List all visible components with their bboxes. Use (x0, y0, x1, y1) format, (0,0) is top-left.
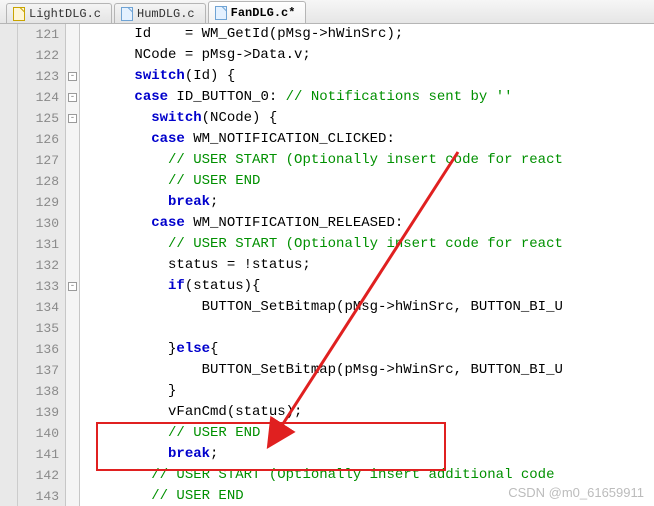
tab-lightdlg[interactable]: LightDLG.c (6, 3, 112, 23)
line-number: 140 (18, 423, 59, 444)
fold-toggle-icon[interactable]: - (68, 114, 77, 123)
fold-cell (66, 465, 79, 486)
line-number: 127 (18, 150, 59, 171)
line-number: 138 (18, 381, 59, 402)
line-number: 141 (18, 444, 59, 465)
line-number: 142 (18, 465, 59, 486)
fold-column: - - - - (66, 24, 80, 506)
line-number: 132 (18, 255, 59, 276)
fold-toggle-icon[interactable]: - (68, 72, 77, 81)
line-number: 139 (18, 402, 59, 423)
tab-label: HumDLG.c (137, 7, 195, 21)
line-number: 121 (18, 24, 59, 45)
fold-cell (66, 129, 79, 150)
fold-toggle-icon[interactable]: - (68, 93, 77, 102)
tab-humdlg[interactable]: HumDLG.c (114, 3, 206, 23)
fold-cell (66, 171, 79, 192)
c-file-icon (121, 7, 133, 21)
fold-cell (66, 255, 79, 276)
line-number: 124 (18, 87, 59, 108)
code-editor[interactable]: 1211221231241251261271281291301311321331… (0, 24, 654, 506)
code-line[interactable]: } (84, 381, 654, 402)
fold-cell (66, 297, 79, 318)
fold-toggle-icon[interactable]: - (68, 282, 77, 291)
code-line[interactable] (84, 318, 654, 339)
fold-cell (66, 486, 79, 506)
line-number: 126 (18, 129, 59, 150)
code-line[interactable]: if(status){ (84, 276, 654, 297)
code-line[interactable]: switch(NCode) { (84, 108, 654, 129)
line-number: 122 (18, 45, 59, 66)
code-line[interactable]: break; (84, 192, 654, 213)
code-line[interactable]: BUTTON_SetBitmap(pMsg->hWinSrc, BUTTON_B… (84, 360, 654, 381)
fold-cell (66, 339, 79, 360)
fold-cell (66, 381, 79, 402)
marker-margin (0, 24, 18, 506)
fold-cell (66, 45, 79, 66)
line-number: 133 (18, 276, 59, 297)
c-file-icon (13, 7, 25, 21)
fold-cell (66, 360, 79, 381)
code-line[interactable]: case ID_BUTTON_0: // Notifications sent … (84, 87, 654, 108)
code-line[interactable]: vFanCmd(status); (84, 402, 654, 423)
tab-bar: LightDLG.c HumDLG.c FanDLG.c* (0, 0, 654, 24)
line-number: 134 (18, 297, 59, 318)
line-number: 136 (18, 339, 59, 360)
line-number-gutter: 1211221231241251261271281291301311321331… (18, 24, 66, 506)
code-line[interactable]: // USER END (84, 171, 654, 192)
code-line[interactable]: Id = WM_GetId(pMsg->hWinSrc); (84, 24, 654, 45)
code-line[interactable]: // USER END (84, 486, 654, 506)
code-line[interactable]: // USER START (Optionally insert additio… (84, 465, 654, 486)
fold-cell: - (66, 66, 79, 87)
fold-cell: - (66, 87, 79, 108)
fold-cell (66, 402, 79, 423)
line-number: 128 (18, 171, 59, 192)
fold-cell (66, 423, 79, 444)
line-number: 129 (18, 192, 59, 213)
code-line[interactable]: BUTTON_SetBitmap(pMsg->hWinSrc, BUTTON_B… (84, 297, 654, 318)
fold-cell (66, 150, 79, 171)
c-file-icon (215, 6, 227, 20)
fold-cell (66, 234, 79, 255)
fold-cell: - (66, 276, 79, 297)
code-line[interactable]: // USER END (84, 423, 654, 444)
line-number: 143 (18, 486, 59, 506)
line-number: 125 (18, 108, 59, 129)
line-number: 135 (18, 318, 59, 339)
tab-label: LightDLG.c (29, 7, 101, 21)
line-number: 131 (18, 234, 59, 255)
code-area[interactable]: Id = WM_GetId(pMsg->hWinSrc); NCode = pM… (80, 24, 654, 506)
fold-cell (66, 444, 79, 465)
code-line[interactable]: case WM_NOTIFICATION_CLICKED: (84, 129, 654, 150)
code-line[interactable]: // USER START (Optionally insert code fo… (84, 150, 654, 171)
tab-label: FanDLG.c* (231, 6, 296, 20)
line-number: 137 (18, 360, 59, 381)
fold-cell: - (66, 108, 79, 129)
code-line[interactable]: case WM_NOTIFICATION_RELEASED: (84, 213, 654, 234)
code-line[interactable]: // USER START (Optionally insert code fo… (84, 234, 654, 255)
line-number: 123 (18, 66, 59, 87)
tab-fandlg[interactable]: FanDLG.c* (208, 1, 307, 23)
fold-cell (66, 213, 79, 234)
fold-cell (66, 318, 79, 339)
code-line[interactable]: NCode = pMsg->Data.v; (84, 45, 654, 66)
code-line[interactable]: status = !status; (84, 255, 654, 276)
code-line[interactable]: }else{ (84, 339, 654, 360)
fold-cell (66, 24, 79, 45)
code-line[interactable]: break; (84, 444, 654, 465)
fold-cell (66, 192, 79, 213)
code-line[interactable]: switch(Id) { (84, 66, 654, 87)
line-number: 130 (18, 213, 59, 234)
